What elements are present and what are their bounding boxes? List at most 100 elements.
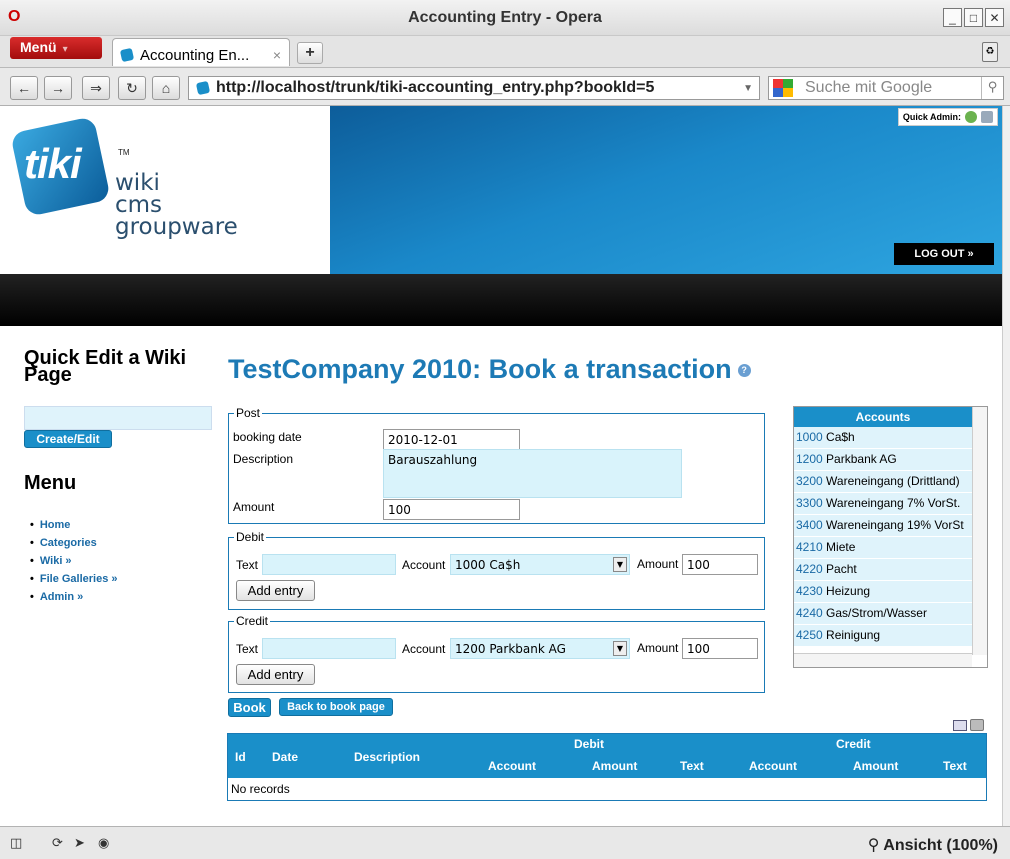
credit-text-label: Text [236, 642, 259, 656]
url-field[interactable]: http://localhost/trunk/tiki-accounting_e… [188, 76, 760, 100]
debit-add-entry-button[interactable]: Add entry [236, 580, 315, 601]
new-tab-button[interactable]: + [297, 42, 323, 64]
window-controls: _ □ ✕ [943, 8, 1004, 27]
search-icon[interactable]: ⚲ [981, 77, 1003, 99]
sync-icon[interactable]: ⟳ [52, 835, 63, 851]
sidebar-menu: Home Categories Wiki » File Galleries » … [30, 516, 118, 606]
col-debit-text: Text [680, 759, 704, 773]
list-item[interactable]: 1000 Ca$h [794, 427, 972, 449]
table-header: Id Date Description Debit Credit Account… [228, 734, 986, 778]
logo-line-cms: cms [115, 192, 163, 218]
maximize-icon[interactable]: □ [964, 8, 983, 27]
list-item[interactable]: 1200 Parkbank AG [794, 449, 972, 471]
list-item[interactable]: 4220 Pacht [794, 559, 972, 581]
accounts-list[interactable]: Accounts 1000 Ca$h 1200 Parkbank AG 3200… [793, 406, 988, 668]
col-debit-account: Account [488, 759, 536, 773]
panel-toggle-icon[interactable]: ◫ [10, 835, 22, 851]
chevron-down-icon[interactable]: ▼ [613, 641, 627, 656]
debit-amount-label: Amount [637, 557, 679, 571]
accounts-header: Accounts [794, 407, 972, 427]
trash-icon[interactable]: ♻ [982, 42, 998, 62]
logo-line-groupware: groupware [115, 214, 238, 240]
sidebar-item-file-galleries[interactable]: File Galleries » [30, 570, 118, 588]
book-button[interactable]: Book [228, 698, 271, 717]
amount-label: Amount [233, 500, 275, 514]
page-scrollbar[interactable] [1002, 106, 1010, 826]
home-icon[interactable]: ⌂ [152, 76, 180, 100]
tab-title: Accounting En... [140, 46, 250, 64]
list-item[interactable]: 4230 Heizung [794, 581, 972, 603]
debit-amount-input[interactable]: 100 [682, 554, 758, 575]
booking-date-label: booking date [233, 430, 302, 444]
list-item[interactable]: 4240 Gas/Strom/Wasser [794, 603, 972, 625]
credit-add-entry-button[interactable]: Add entry [236, 664, 315, 685]
accounts-vertical-scrollbar[interactable] [972, 407, 987, 655]
table-export-icon[interactable] [953, 720, 967, 731]
google-icon[interactable] [773, 79, 793, 97]
list-item[interactable]: 4250 Reinigung [794, 625, 972, 647]
chevron-down-icon[interactable]: ▼ [613, 557, 627, 572]
description-textarea[interactable]: Barauszahlung [383, 449, 682, 498]
credit-legend: Credit [236, 614, 269, 628]
debit-text-input[interactable] [262, 554, 396, 575]
credit-account-value: 1200 Parkbank AG [455, 642, 566, 656]
admin-recycle-icon[interactable] [965, 111, 977, 123]
sidebar-item-home[interactable]: Home [30, 516, 118, 534]
credit-amount-input[interactable]: 100 [682, 638, 758, 659]
window-title: Accounting Entry - Opera [408, 9, 602, 26]
logo-tm: TM [118, 148, 130, 157]
create-edit-button[interactable]: Create/Edit [24, 430, 112, 448]
quick-edit-title: Quick Edit a Wiki Page [24, 347, 187, 386]
col-credit-amount: Amount [853, 759, 899, 773]
page-content: Quick Admin: LOG OUT » tiki TM wiki cms … [0, 106, 1002, 826]
unite-icon[interactable]: ◉ [98, 835, 109, 851]
list-item[interactable]: 3400 Wareneingang 19% VorSt [794, 515, 972, 537]
col-description: Description [354, 750, 421, 764]
minimize-icon[interactable]: _ [943, 8, 962, 27]
debit-legend: Debit [236, 530, 265, 544]
wiki-page-input[interactable] [24, 406, 212, 430]
col-date: Date [272, 750, 299, 764]
tab-bar: Menü Accounting En... × + ♻ [0, 36, 1010, 68]
booking-date-input[interactable]: 2010-12-01 [383, 429, 520, 450]
page-title: TestCompany 2010: Book a transaction? [228, 354, 751, 385]
zoom-level[interactable]: ⚲ Ansicht (100%) [868, 835, 998, 855]
list-item[interactable]: 4210 Miete [794, 537, 972, 559]
help-icon[interactable]: ? [737, 364, 751, 378]
tiki-favicon-icon [120, 48, 134, 62]
list-item[interactable]: 3300 Wareneingang 7% VorSt. [794, 493, 972, 515]
close-icon[interactable]: ✕ [985, 8, 1004, 27]
debit-account-select[interactable]: 1000 Ca$h ▼ [450, 554, 630, 575]
reload-icon[interactable]: ↻ [118, 76, 146, 100]
credit-account-select[interactable]: 1200 Parkbank AG ▼ [450, 638, 630, 659]
tab-accounting-entry[interactable]: Accounting En... × [112, 38, 290, 66]
accounts-horizontal-scrollbar[interactable] [794, 653, 972, 667]
opera-menu-button[interactable]: Menü [10, 37, 102, 59]
sidebar-item-wiki[interactable]: Wiki » [30, 552, 118, 570]
post-legend: Post [236, 406, 261, 420]
zoom-icon: ⚲ [867, 837, 884, 854]
list-item[interactable]: 3200 Wareneingang (Drittland) [794, 471, 972, 493]
banner-dark-strip [0, 274, 1002, 326]
url-dropdown-icon[interactable]: ▼ [743, 83, 753, 94]
credit-text-input[interactable] [262, 638, 396, 659]
search-box[interactable]: Suche mit Google ⚲ [768, 76, 1004, 100]
col-credit-text: Text [943, 759, 967, 773]
turbo-icon[interactable]: ➤ [74, 835, 85, 851]
status-bar: ◫ ⟳ ➤ ◉ ⚲ Ansicht (100%) [0, 826, 1010, 859]
menu-title: Menu [24, 472, 77, 494]
fast-forward-icon[interactable]: ⇒ [82, 76, 110, 100]
debit-text-label: Text [236, 558, 259, 572]
sidebar-item-categories[interactable]: Categories [30, 534, 118, 552]
admin-wrench-icon[interactable] [981, 111, 993, 123]
logout-button[interactable]: LOG OUT » [894, 243, 994, 265]
print-icon[interactable] [970, 719, 984, 731]
back-icon[interactable]: ← [10, 76, 38, 100]
debit-account-value: 1000 Ca$h [455, 558, 521, 572]
group-debit: Debit [574, 737, 604, 751]
back-to-book-page-button[interactable]: Back to book page [279, 698, 393, 716]
sidebar-item-admin[interactable]: Admin » [30, 588, 118, 606]
forward-icon[interactable]: → [44, 76, 72, 100]
tab-close-icon[interactable]: × [273, 47, 281, 63]
amount-input[interactable]: 100 [383, 499, 520, 520]
